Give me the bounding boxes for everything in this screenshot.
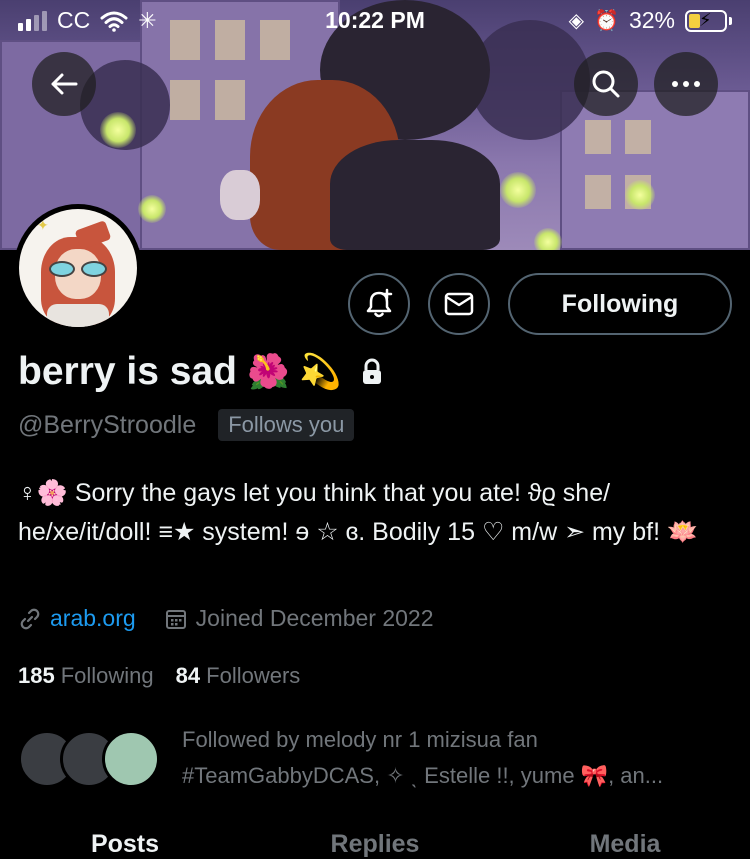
battery-percent: 32% (628, 7, 675, 33)
avatar-image: ✦ (19, 209, 137, 327)
notifications-button[interactable] (348, 273, 410, 335)
handle-row: @BerryStroodle Follows you (18, 409, 355, 441)
tab-replies[interactable]: Replies (250, 818, 500, 859)
alarm-icon: ⏰ (594, 10, 619, 32)
more-horizontal-icon (672, 81, 700, 87)
profile-meta: arab.org Joined December 2022 (18, 605, 434, 632)
profile-tabs: Posts Replies Media (0, 818, 750, 859)
status-bar: CC ✳ 10:22 PM ◈ ⏰ 32% ⚡ (0, 0, 750, 40)
link-icon (20, 608, 40, 629)
following-count: 185 (18, 663, 55, 688)
joined-item: Joined December 2022 (164, 605, 434, 632)
search-button[interactable] (574, 52, 638, 116)
follows-you-badge: Follows you (218, 409, 355, 441)
bell-plus-icon (366, 288, 393, 318)
profile-avatar[interactable]: ✦ (14, 204, 142, 332)
followed-by-text: Followed by melody nr 1 mizisua fan #Tea… (182, 727, 664, 788)
followed-by-section[interactable]: Followed by melody nr 1 mizisua fan #Tea… (18, 722, 742, 794)
profile-bio: ♀🌸 Sorry the gays let you think that you… (18, 479, 699, 546)
following-stat[interactable]: 185 Following (18, 663, 154, 689)
follower-avatar (102, 730, 160, 788)
following-button[interactable]: Following (508, 273, 732, 335)
website-item[interactable]: arab.org (18, 605, 136, 632)
user-handle: @BerryStroodle (18, 410, 197, 439)
search-icon (592, 70, 620, 98)
tab-posts[interactable]: Posts (0, 818, 250, 859)
lock-icon (362, 358, 381, 384)
message-button[interactable] (428, 273, 490, 335)
envelope-icon (444, 292, 474, 316)
followed-by-avatars (18, 730, 160, 790)
dizzy-emoji: 💫 (299, 352, 342, 392)
followers-stat[interactable]: 84 Followers (176, 663, 301, 689)
display-name-row: berry is sad 🌺 💫 (18, 350, 384, 394)
hibiscus-emoji: 🌺 (246, 352, 290, 392)
arrow-left-icon (51, 73, 78, 95)
battery-icon: ⚡ (685, 9, 727, 32)
more-button[interactable] (654, 52, 718, 116)
calendar-icon (165, 609, 186, 629)
display-name: berry is sad (18, 350, 237, 393)
tab-media[interactable]: Media (500, 818, 750, 859)
following-label: Following (60, 663, 154, 688)
back-button[interactable] (32, 52, 96, 116)
do-not-disturb-icon: ◈ (568, 10, 585, 32)
website-link[interactable]: arab.org (50, 605, 136, 632)
follow-stats: 185 Following 84 Followers (18, 663, 300, 689)
followers-count: 84 (175, 663, 201, 688)
followers-label: Followers (206, 663, 301, 688)
joined-date: Joined December 2022 (195, 605, 434, 631)
